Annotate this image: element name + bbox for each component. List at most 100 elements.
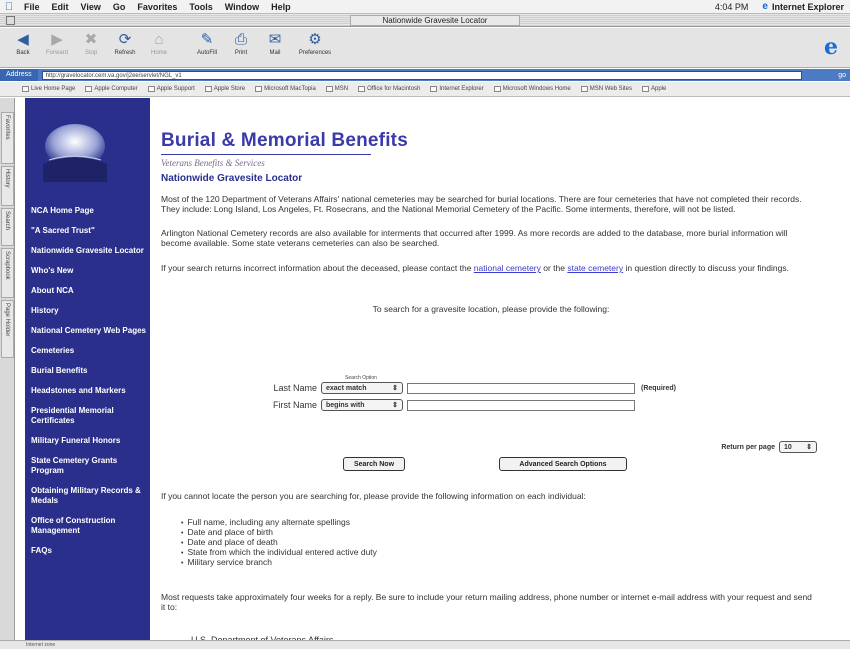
favorite-link[interactable]: MSN (325, 86, 349, 92)
favorite-link[interactable]: Microsoft MacTopia (255, 86, 316, 92)
search-option-label: Search Option (345, 375, 377, 381)
site-sidebar: NCA Home Page "A Sacred Trust" Nationwid… (25, 98, 150, 649)
menu-file[interactable]: File (18, 2, 46, 12)
nav-link[interactable]: Nationwide Gravesite Locator (31, 246, 146, 256)
favorite-label: Apple Support (156, 86, 195, 92)
page-icon (255, 86, 263, 92)
menu-view[interactable]: View (75, 2, 107, 12)
favorite-link[interactable]: Live Home Page (22, 86, 75, 92)
nav-link[interactable]: NCA Home Page (31, 206, 146, 216)
tab-scrapbook[interactable]: Scrapbook (1, 248, 14, 298)
apple-menu-icon[interactable]:  (0, 1, 18, 13)
favorite-label: Apple Computer (94, 86, 138, 92)
nca-logo (43, 124, 107, 182)
menu-favorites[interactable]: Favorites (131, 2, 183, 12)
page-icon (493, 86, 501, 92)
first-name-input[interactable] (407, 399, 635, 411)
list-item: Military service branch (181, 558, 681, 568)
preferences-button[interactable]: ⚙ Preferences (292, 28, 338, 66)
favorite-link[interactable]: Apple Computer (85, 86, 138, 92)
nav-link[interactable]: About NCA (31, 286, 146, 296)
nav-link[interactable]: Obtaining Military Records & Medals (31, 486, 146, 506)
menubar-clock[interactable]: 4:04 PM (707, 2, 757, 12)
intro-paragraph: Most of the 120 Department of Veterans A… (161, 194, 802, 214)
favorite-label: MSN (334, 86, 349, 92)
tab-history[interactable]: History (1, 166, 14, 206)
close-box[interactable] (6, 16, 15, 25)
nav-link[interactable]: Office of Construction Management (31, 516, 146, 536)
national-cemetery-link[interactable]: national cemetery (474, 263, 541, 273)
tab-page-holder[interactable]: Page Holder (1, 300, 14, 358)
first-name-match-select[interactable]: begins with ⇕ (321, 399, 403, 411)
nav-link[interactable]: State Cemetery Grants Program (31, 456, 146, 476)
window-title-bar[interactable]: Nationwide Gravesite Locator (0, 14, 850, 27)
paragraph-text: If your search returns incorrect informa… (161, 263, 474, 273)
menu-go[interactable]: Go (107, 2, 132, 12)
results-per-page-select[interactable]: 10 ⇕ (779, 441, 817, 453)
autofill-button[interactable]: ✎ AutoFill (190, 28, 224, 66)
favorite-link[interactable]: Apple (642, 86, 666, 92)
favorite-label: Microsoft MacTopia (264, 86, 316, 92)
favorite-link[interactable]: Microsoft Windows Home (493, 86, 571, 92)
home-button[interactable]: ⌂ Home (142, 28, 176, 66)
forward-arrow-icon: ▶ (51, 31, 63, 48)
print-button[interactable]: ⎙ Print (224, 28, 258, 66)
go-button[interactable]: go (838, 72, 846, 79)
favorite-link[interactable]: Internet Explorer (430, 86, 484, 92)
forward-button[interactable]: ▶ Forward (40, 28, 74, 66)
nav-link[interactable]: National Cemetery Web Pages (31, 326, 146, 336)
application-menu[interactable]: e Internet Explorer (756, 1, 850, 12)
nav-link[interactable]: "A Sacred Trust" (31, 226, 146, 236)
nav-link[interactable]: Cemeteries (31, 346, 146, 356)
autofill-label: AutoFill (196, 50, 217, 56)
state-cemetery-link[interactable]: state cemetery (567, 263, 623, 273)
favorites-bar: Live Home Page Apple Computer Apple Supp… (0, 82, 850, 97)
nav-link[interactable]: History (31, 306, 146, 316)
nav-link[interactable]: FAQs (31, 546, 146, 556)
advanced-search-button[interactable]: Advanced Search Options (499, 457, 627, 471)
refresh-button[interactable]: ⟳ Refresh (108, 28, 142, 66)
page-icon (85, 86, 93, 92)
menu-bar:  File Edit View Go Favorites Tools Wind… (0, 0, 850, 14)
page-icon (204, 86, 212, 92)
search-now-button[interactable]: Search Now (343, 457, 405, 471)
last-name-label: Last Name (273, 383, 317, 393)
search-prompt: To search for a gravesite location, plea… (372, 304, 610, 314)
menu-edit[interactable]: Edit (46, 2, 75, 12)
cannot-locate-paragraph: If you cannot locate the person you are … (161, 491, 586, 501)
tab-favorites[interactable]: Favorites (1, 112, 14, 164)
menu-help[interactable]: Help (265, 2, 297, 12)
status-bar: Internet zone (0, 640, 850, 649)
back-arrow-icon: ◀ (17, 31, 29, 48)
select-arrows-icon: ⇕ (392, 402, 398, 409)
last-name-input[interactable] (407, 382, 635, 394)
nav-link[interactable]: Presidential Memorial Certificates (31, 406, 146, 426)
forward-label: Forward (45, 50, 68, 56)
home-label: Home (150, 50, 167, 56)
tab-favorites-label: Favorites (4, 115, 10, 140)
menu-window[interactable]: Window (219, 2, 265, 12)
address-field[interactable]: http://gravelocator.cem.va.gov/j2ee/serv… (41, 70, 802, 80)
nav-link[interactable]: Who's New (31, 266, 146, 276)
last-name-match-select[interactable]: exact match ⇕ (321, 382, 403, 394)
select-value: begins with (326, 401, 365, 409)
required-label: (Required) (641, 384, 676, 392)
favorite-link[interactable]: Office for Macintosh (358, 86, 420, 92)
favorite-label: Office for Macintosh (367, 86, 421, 92)
nav-link[interactable]: Military Funeral Honors (31, 436, 146, 446)
tab-search[interactable]: Search (1, 208, 14, 246)
back-button[interactable]: ◀ Back (6, 28, 40, 66)
nav-link[interactable]: Headstones and Markers (31, 386, 146, 396)
favorite-link[interactable]: MSN Web Sites (580, 86, 632, 92)
tab-page-holder-label: Page Holder (4, 303, 10, 337)
nav-link[interactable]: Burial Benefits (31, 366, 146, 376)
application-name: Internet Explorer (771, 1, 844, 12)
print-icon: ⎙ (234, 30, 247, 48)
favorite-link[interactable]: Apple Support (147, 86, 195, 92)
stop-button[interactable]: ✖ Stop (74, 28, 108, 66)
mail-button[interactable]: ✉ Mail (258, 28, 292, 66)
favorite-label: Apple Store (213, 86, 246, 92)
results-per-page: Return per page 10 ⇕ (721, 441, 821, 453)
menu-tools[interactable]: Tools (183, 2, 218, 12)
favorite-link[interactable]: Apple Store (204, 86, 246, 92)
